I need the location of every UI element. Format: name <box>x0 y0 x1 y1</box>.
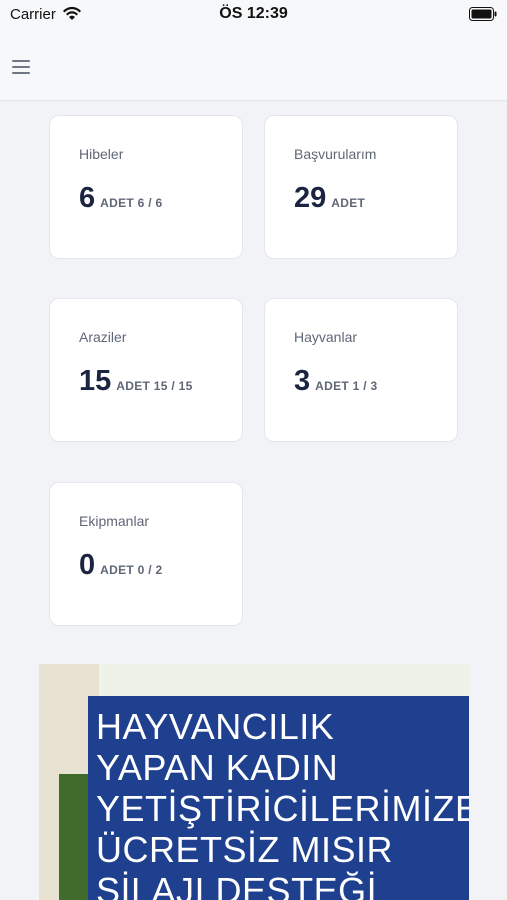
status-bar: Carrier ÖS 12:39 <box>0 0 507 30</box>
card-count: 29 <box>294 182 327 214</box>
card-value-row: 6 ADET 6 / 6 <box>79 182 163 215</box>
card-title: Ekipmanlar <box>79 513 150 529</box>
card-unit: ADET 0 / 2 <box>100 563 163 577</box>
promo-banner[interactable]: HAYVANCILIK YAPAN KADIN YETİŞTİRİCİLERİM… <box>39 664 469 900</box>
card-araziler[interactable]: Araziler 15 ADET 15 / 15 <box>49 298 243 442</box>
card-title: Başvurularım <box>294 146 377 162</box>
card-title: Hibeler <box>79 146 124 162</box>
card-unit: ADET 6 / 6 <box>100 196 163 210</box>
card-value-row: 3 ADET 1 / 3 <box>294 365 378 398</box>
card-count: 15 <box>79 365 112 397</box>
battery-icon <box>469 7 497 26</box>
card-hibeler[interactable]: Hibeler 6 ADET 6 / 6 <box>49 115 243 259</box>
card-hayvanlar[interactable]: Hayvanlar 3 ADET 1 / 3 <box>264 298 458 442</box>
status-time: ÖS 12:39 <box>219 5 288 22</box>
card-value-row: 15 ADET 15 / 15 <box>79 365 193 398</box>
card-unit: ADET <box>331 196 366 210</box>
card-value-row: 0 ADET 0 / 2 <box>79 549 163 582</box>
card-basvurularim[interactable]: Başvurularım 29 ADET <box>264 115 458 259</box>
app-header <box>0 30 507 101</box>
card-ekipmanlar[interactable]: Ekipmanlar 0 ADET 0 / 2 <box>49 482 243 626</box>
card-count: 3 <box>294 365 311 397</box>
card-unit: ADET 1 / 3 <box>315 379 378 393</box>
hamburger-menu-icon[interactable] <box>12 60 30 74</box>
banner-headline: HAYVANCILIK YAPAN KADIN YETİŞTİRİCİLERİM… <box>88 696 469 900</box>
card-count: 6 <box>79 182 96 214</box>
card-title: Araziler <box>79 329 127 345</box>
card-value-row: 29 ADET <box>294 182 365 215</box>
card-unit: ADET 15 / 15 <box>116 379 193 393</box>
card-title: Hayvanlar <box>294 329 358 345</box>
card-count: 0 <box>79 549 96 581</box>
